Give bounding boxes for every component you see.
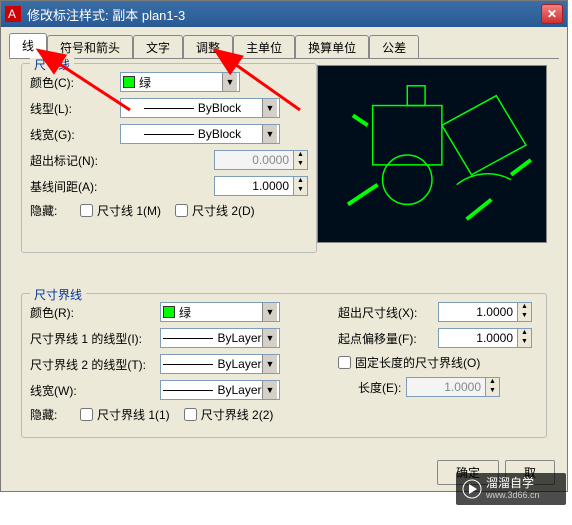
ext-spinner[interactable]: ▲▼ (294, 150, 308, 170)
chevron-down-icon[interactable]: ▼ (262, 355, 277, 373)
color-swatch (163, 306, 175, 318)
length-spinner[interactable]: ▲▼ (486, 377, 500, 397)
watermark: 溜溜自学www.3d66.cn (456, 473, 566, 505)
chevron-down-icon[interactable]: ▼ (262, 303, 277, 321)
tab-bar: 线 符号和箭头 文字 调整 主单位 换算单位 公差 (1, 27, 567, 58)
beyond-spinner[interactable]: ▲▼ (518, 302, 532, 322)
color-combo[interactable]: 绿 ▼ (120, 72, 240, 92)
length-field: 1.0000 (406, 377, 486, 397)
ext-color-combo[interactable]: 绿 ▼ (160, 302, 280, 322)
lineweight-label: 线宽(G): (30, 126, 120, 143)
offset-field[interactable]: 1.0000 (438, 328, 518, 348)
tab-tolerance[interactable]: 公差 (369, 35, 419, 60)
app-icon: A (5, 6, 21, 22)
extline-legend: 尺寸界线 (30, 286, 86, 303)
ext-lw-combo[interactable]: ByLayer▼ (160, 380, 280, 400)
linetype-label: 线型(L): (30, 100, 120, 117)
color-swatch (123, 76, 135, 88)
beyond-label: 超出尺寸线(X): (338, 304, 438, 321)
ext-field: 0.0000 (214, 150, 294, 170)
close-button[interactable]: ✕ (541, 4, 563, 24)
ext-lt1-label: 尺寸界线 1 的线型(I): (30, 330, 160, 347)
tab-text[interactable]: 文字 (133, 35, 183, 60)
hide-extline1-checkbox[interactable]: 尺寸界线 1(1) (80, 406, 170, 423)
svg-text:A: A (8, 7, 16, 21)
offset-label: 起点偏移量(F): (338, 330, 438, 347)
ext-hide-label: 隐藏: (30, 406, 80, 423)
hide-dimline1-checkbox[interactable]: 尺寸线 1(M) (80, 202, 161, 219)
hide-dimline2-checkbox[interactable]: 尺寸线 2(D) (175, 202, 255, 219)
chevron-down-icon[interactable]: ▼ (262, 125, 277, 143)
ext-color-label: 颜色(R): (30, 304, 160, 321)
tab-lines[interactable]: 线 (9, 33, 47, 58)
ext-label: 超出标记(N): (30, 152, 120, 169)
length-label: 长度(E): (338, 379, 406, 396)
ext-lt1-combo[interactable]: ByLayer▼ (160, 328, 280, 348)
chevron-down-icon[interactable]: ▼ (262, 381, 277, 399)
chevron-down-icon[interactable]: ▼ (222, 73, 237, 91)
play-icon (462, 479, 482, 499)
dimline-legend: 尺寸线 (30, 56, 74, 73)
baseline-spinner[interactable]: ▲▼ (294, 176, 308, 196)
offset-spinner[interactable]: ▲▼ (518, 328, 532, 348)
tab-fit[interactable]: 调整 (183, 35, 233, 60)
ext-lt2-combo[interactable]: ByLayer▼ (160, 354, 280, 374)
ext-lw-label: 线宽(W): (30, 382, 160, 399)
beyond-field[interactable]: 1.0000 (438, 302, 518, 322)
chevron-down-icon[interactable]: ▼ (262, 329, 277, 347)
baseline-field[interactable]: 1.0000 (214, 176, 294, 196)
baseline-label: 基线间距(A): (30, 178, 120, 195)
lineweight-combo[interactable]: ByBlock ▼ (120, 124, 280, 144)
tab-primary-units[interactable]: 主单位 (233, 35, 295, 60)
window-title: 修改标注样式: 副本 plan1-3 (27, 5, 541, 24)
fixed-length-checkbox[interactable]: 固定长度的尺寸界线(O) (338, 354, 480, 371)
linetype-combo[interactable]: ByBlock ▼ (120, 98, 280, 118)
chevron-down-icon[interactable]: ▼ (262, 99, 277, 117)
preview-pane (317, 65, 547, 243)
tab-alt-units[interactable]: 换算单位 (295, 35, 369, 60)
hide-label: 隐藏: (30, 202, 80, 219)
color-label: 颜色(C): (30, 74, 120, 91)
titlebar: A 修改标注样式: 副本 plan1-3 ✕ (1, 1, 567, 27)
ext-lt2-label: 尺寸界线 2 的线型(T): (30, 356, 160, 373)
hide-extline2-checkbox[interactable]: 尺寸界线 2(2) (184, 406, 274, 423)
